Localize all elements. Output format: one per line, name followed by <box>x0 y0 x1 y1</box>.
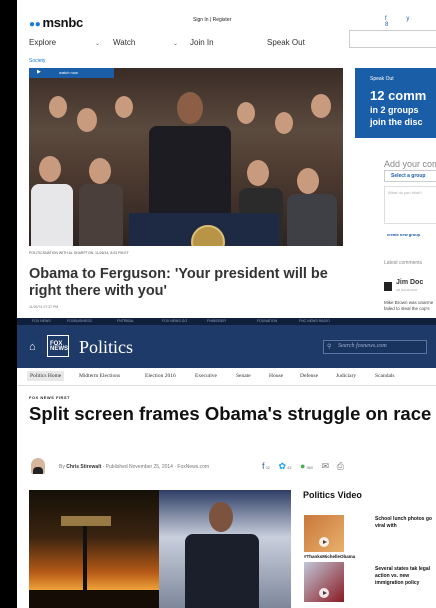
comment-author[interactable]: Jim Doc <box>396 279 423 286</box>
comment-time: AN HOUR AGO <box>396 288 418 292</box>
network-link[interactable]: FOXNATION <box>257 319 277 323</box>
share-bar: f32 ✿43 ●960 ✉ ⎙ <box>262 461 344 471</box>
subnav-midterm-elections[interactable]: Midterm Elections <box>79 373 120 379</box>
search-input[interactable]: ⚲ Search foxnews.com <box>323 340 427 354</box>
foxnews-page: FOX NEWS FOXBUSINESS FNTRIBAL FOX NEWS G… <box>17 318 436 608</box>
article-date: 11/26/74 07:37 PM <box>29 305 59 309</box>
author-link[interactable]: Chris Stirewalt <box>66 464 101 470</box>
speaker-face <box>177 92 203 124</box>
play-icon <box>319 537 329 547</box>
author-avatar <box>31 458 45 474</box>
video-title-1[interactable]: School lunch photos go viral with <box>375 516 435 530</box>
social-icons[interactable]: f y 8 <box>385 16 436 28</box>
politics-video-heading: Politics Video <box>303 490 362 500</box>
crowd-face <box>237 102 255 124</box>
network-link[interactable]: FOXBUSINESS <box>67 319 92 323</box>
nav-join-in[interactable]: Join In <box>190 38 214 47</box>
nav-explore[interactable]: Explore <box>29 38 56 47</box>
network-link[interactable]: FNC NEWS RADIO <box>299 319 330 323</box>
subnav-election-2016[interactable]: Election 2016 <box>145 373 176 379</box>
speak-out-banner[interactable]: Speak Out 12 comm in 2 groups join the d… <box>355 68 436 138</box>
msnbc-header: ●● msnbc Sign In | Register f y 8 <box>17 0 436 34</box>
subnav-executive[interactable]: Executive <box>195 373 217 379</box>
crowd-face <box>77 108 97 132</box>
comment-textarea[interactable]: What do you think? <box>384 186 436 224</box>
network-link[interactable]: FOX NEWS GO <box>162 319 187 323</box>
crowd-silhouette <box>29 590 159 608</box>
peacock-icon: ●● <box>29 19 41 30</box>
speaker-body <box>185 534 259 608</box>
subnav-scandals[interactable]: Scandals <box>375 373 395 379</box>
network-link[interactable]: FNINSIDER <box>207 319 226 323</box>
msnbc-page: ●● msnbc Sign In | Register f y 8 Explore… <box>17 0 436 318</box>
print-icon[interactable]: ⎙ <box>337 461 344 471</box>
comment-text: Mike Brown was unarme failed to steal th… <box>384 300 434 311</box>
video-player[interactable]: ▶ watch now <box>29 68 343 246</box>
street-sign <box>61 516 111 526</box>
article-headline: Split screen frames Obama's struggle on … <box>29 403 432 424</box>
fox-news-logo[interactable]: FOX NEWS <box>47 335 69 357</box>
video-hashtag[interactable]: #ThanksMichelleObama <box>304 554 355 559</box>
crowd-face <box>115 96 133 118</box>
crowd-face <box>89 158 111 184</box>
create-group-link[interactable]: create new group <box>387 232 420 237</box>
crowd-face <box>247 160 269 186</box>
avatar <box>384 282 392 291</box>
crowd-face <box>49 96 67 118</box>
facebook-icon[interactable]: f <box>262 461 265 471</box>
subnav-politics-home[interactable]: Politics Home <box>27 371 65 381</box>
article-headline[interactable]: Obama to Ferguson: 'Your president will … <box>29 266 343 300</box>
video-title-2[interactable]: Several states tak legal action vs. new … <box>375 566 435 587</box>
video-thumbnail[interactable] <box>304 562 344 602</box>
article-kicker: FOX NEWS FIRST <box>29 395 70 400</box>
network-strip: FOX NEWS FOXBUSINESS FNTRIBAL FOX NEWS G… <box>17 318 436 325</box>
msnbc-logo[interactable]: ●● msnbc <box>29 15 83 30</box>
nav-speak-out[interactable]: Speak Out <box>267 38 305 47</box>
watch-now-bar[interactable]: ▶ watch now <box>29 68 114 78</box>
crowd-face <box>39 156 61 182</box>
nav-watch[interactable]: Watch <box>113 38 135 47</box>
comment-icon[interactable]: ● <box>300 461 305 471</box>
crowd-body <box>79 184 123 246</box>
speak-out-sidebar: Speak Out 12 comm in 2 groups join the d… <box>355 68 436 318</box>
latest-comments-label: Latest comments <box>384 260 423 266</box>
video-thumbnail[interactable] <box>304 515 344 552</box>
byline: By Chris Stirewalt · Published November … <box>59 464 210 470</box>
search-input[interactable] <box>349 30 436 48</box>
photo-caption: POLITICSNATION WITH AL SHARPTON, 11/26/1… <box>29 251 129 255</box>
email-icon[interactable]: ✉ <box>322 461 330 471</box>
crowd-face <box>297 168 319 194</box>
crowd-body <box>31 184 73 246</box>
home-icon[interactable]: ⌂ <box>29 341 36 353</box>
chevron-down-icon[interactable]: ⌄ <box>95 40 100 47</box>
ferguson-fire-photo <box>29 490 159 608</box>
section-label[interactable]: Society <box>29 58 45 64</box>
whitehouse-briefing-photo <box>159 490 291 608</box>
politics-header: ⌂ FOX NEWS Politics ⚲ Search foxnews.com <box>17 325 436 368</box>
play-icon: ▶ <box>37 69 41 75</box>
chevron-down-icon[interactable]: ⌄ <box>173 40 178 47</box>
subnav-senate[interactable]: Senate <box>236 373 251 379</box>
network-link[interactable]: FNTRIBAL <box>117 319 134 323</box>
select-group-dropdown[interactable]: Select a group <box>384 170 436 182</box>
signin-register-link[interactable]: Sign In | Register <box>193 17 231 23</box>
twitter-icon[interactable]: ✿ <box>278 461 286 471</box>
add-comment-label: Add your com <box>384 159 436 169</box>
play-icon <box>319 588 329 598</box>
search-icon: ⚲ <box>327 344 332 350</box>
section-title: Politics <box>79 337 134 357</box>
crowd-face <box>275 112 293 134</box>
speaker-face <box>209 502 233 532</box>
subnav-defense[interactable]: Defense <box>300 373 318 379</box>
subnav-judiciary[interactable]: Judiciary <box>336 373 356 379</box>
crowd-body <box>287 194 337 246</box>
subnav-house[interactable]: House <box>269 373 283 379</box>
article-photo[interactable] <box>29 490 291 608</box>
politics-subnav: Politics Home Midterm Elections Election… <box>17 368 436 386</box>
network-link[interactable]: FOX NEWS <box>32 319 51 323</box>
crowd-face <box>311 94 331 118</box>
